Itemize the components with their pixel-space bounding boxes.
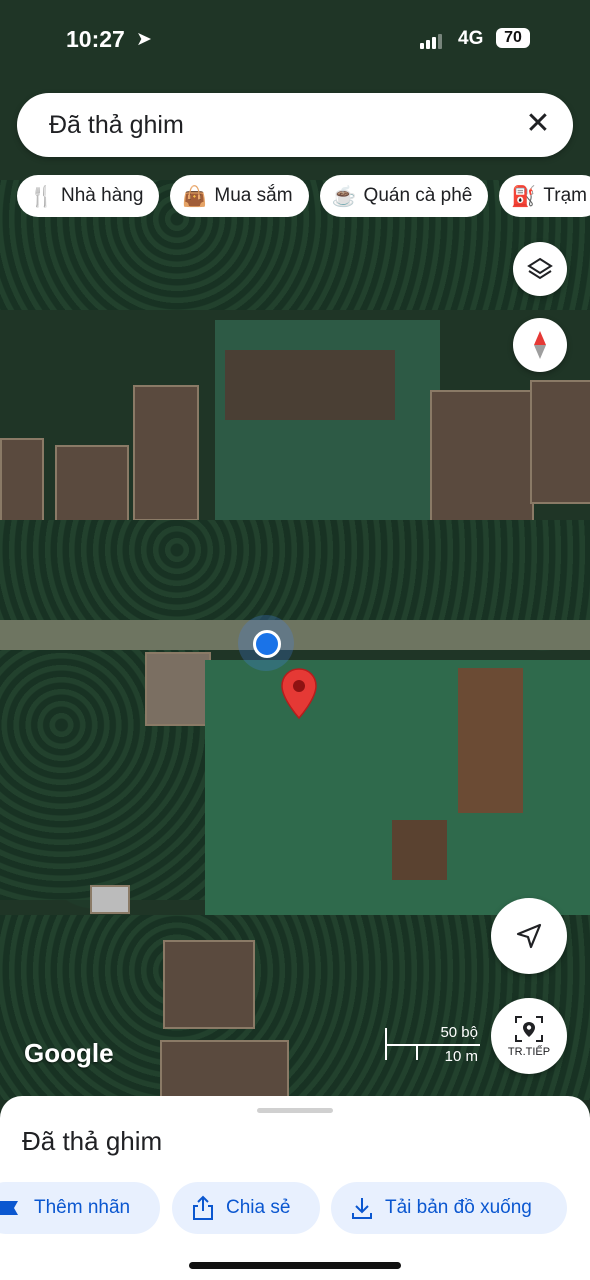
sheet-title: Đã thả ghim <box>22 1126 163 1156</box>
chip-label: Mua sắm <box>214 185 293 206</box>
current-location-dot[interactable] <box>253 630 281 658</box>
status-bar: 10:27 ➤ 4G 70 <box>0 24 590 58</box>
next-button[interactable]: TR.TIẾP <box>491 998 567 1074</box>
location-services-icon: ➤ <box>136 29 152 50</box>
road <box>0 620 590 650</box>
layers-icon <box>527 257 553 280</box>
house-roof <box>430 390 534 524</box>
navigation-arrow-icon <box>516 923 542 949</box>
network-type: 4G <box>458 28 484 49</box>
tree-canopy <box>0 520 590 620</box>
google-logo: Google <box>24 1038 114 1068</box>
house-roof <box>90 885 130 914</box>
sheet-drag-handle[interactable] <box>257 1108 333 1113</box>
chip-gas-station[interactable]: ⛽ Trạm <box>499 175 590 217</box>
house-roof <box>160 1040 289 1099</box>
shopping-bag-icon: 👜 <box>182 185 208 208</box>
status-time: 10:27 <box>66 26 125 52</box>
add-label-text: Thêm nhãn <box>34 1197 131 1218</box>
coffee-icon: ☕ <box>331 185 357 208</box>
download-map-text: Tải bản đồ xuống <box>385 1197 532 1218</box>
download-map-button[interactable]: Tải bản đồ xuống <box>331 1182 567 1234</box>
search-query-text[interactable]: Đã thả ghim <box>49 111 184 140</box>
field <box>225 350 395 420</box>
chip-label: Trạm <box>543 185 587 206</box>
layers-button[interactable] <box>513 242 567 296</box>
my-location-button[interactable] <box>491 898 567 974</box>
dropped-pin-icon[interactable] <box>280 668 318 720</box>
chip-shopping[interactable]: 👜 Mua sắm <box>170 175 309 217</box>
focus-pin-icon <box>515 1016 543 1042</box>
scale-metric: 10 m <box>444 1048 478 1065</box>
map-scale: 50 bộ 10 m <box>385 1024 480 1068</box>
house-roof <box>133 385 199 521</box>
restaurant-icon: 🍴 <box>29 185 54 208</box>
chip-restaurants[interactable]: 🍴 Nhà hàng <box>17 175 160 217</box>
compass-icon <box>534 331 546 359</box>
download-icon <box>352 1198 372 1219</box>
chip-coffee[interactable]: ☕ Quán cà phê <box>319 175 489 217</box>
chip-label: Quán cà phê <box>363 185 473 206</box>
search-bar[interactable]: Đã thả ghim ✕ <box>17 93 573 157</box>
label-flag-icon <box>0 1201 18 1215</box>
house-roof <box>163 940 255 1029</box>
close-icon[interactable]: ✕ <box>521 107 555 141</box>
gas-station-icon: ⛽ <box>511 185 537 208</box>
house-roof <box>145 652 211 726</box>
home-indicator[interactable] <box>189 1262 401 1269</box>
add-label-button[interactable]: Thêm nhãn <box>0 1182 160 1234</box>
field <box>392 820 447 880</box>
house-roof <box>530 380 590 504</box>
share-icon <box>193 1195 213 1220</box>
next-button-label: TR.TIẾP <box>507 1046 551 1058</box>
action-buttons-row: Thêm nhãn Chia sẻ Tải bản đồ xuống <box>0 1182 590 1234</box>
bottom-sheet[interactable]: Đã thả ghim Thêm nhãn Chia sẻ Tải bản đồ… <box>0 1096 590 1280</box>
scale-imperial: 50 bộ <box>440 1024 478 1041</box>
battery-indicator: 70 <box>496 28 530 48</box>
share-text: Chia sẻ <box>226 1197 291 1218</box>
category-chips: 🍴 Nhà hàng 👜 Mua sắm ☕ Quán cà phê ⛽ Trạ… <box>17 175 590 219</box>
compass-button[interactable] <box>513 318 567 372</box>
cellular-signal-icon <box>420 33 444 49</box>
chip-label: Nhà hàng <box>61 185 144 206</box>
field <box>458 668 523 813</box>
share-button[interactable]: Chia sẻ <box>172 1182 320 1234</box>
